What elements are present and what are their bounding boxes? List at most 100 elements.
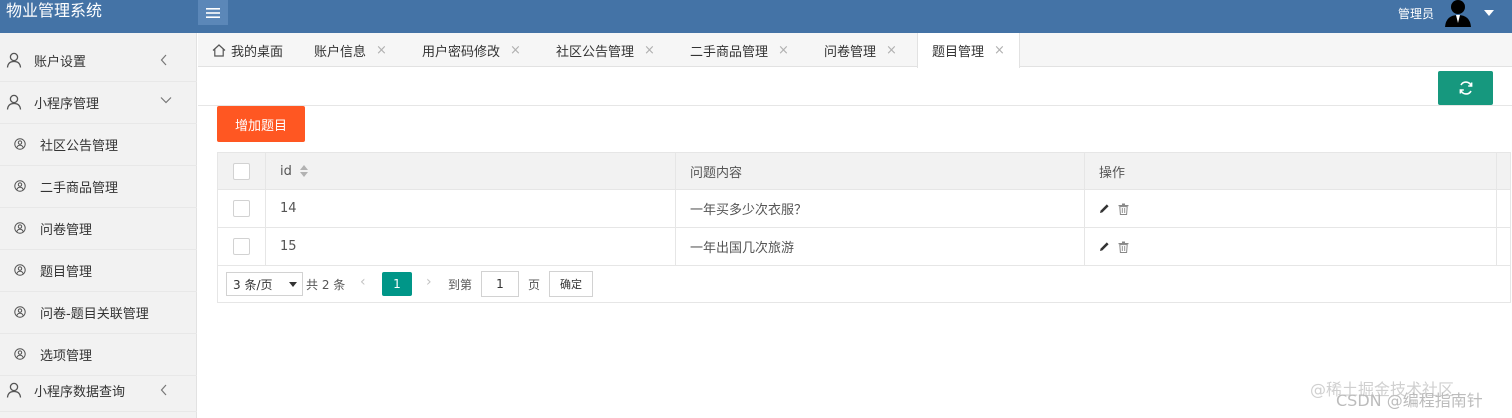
table-header: id 问题内容 操作	[217, 152, 1511, 190]
hamburger-icon	[206, 7, 220, 18]
sidebar: 账户设置 小程序管理 社区公告管理 二手商品管理 问卷管理 题目管理 问卷-题目…	[0, 33, 197, 418]
row-checkbox-cell	[218, 190, 266, 227]
sidebar-item-community-notices[interactable]: 社区公告管理	[0, 124, 197, 166]
goto-label: 到第	[448, 278, 473, 292]
sidebar-item-label: 小程序数据查询	[34, 385, 126, 400]
close-icon[interactable]: ×	[376, 43, 387, 58]
toolbar-divider	[198, 105, 1512, 106]
sidebar-item-miniprogram-data-query[interactable]: 小程序数据查询	[0, 370, 197, 412]
tab-label: 问卷管理	[824, 44, 877, 60]
home-icon	[212, 43, 226, 57]
tab-community-notices[interactable]: 社区公告管理 ×	[556, 33, 655, 67]
tab-password-change[interactable]: 用户密码修改 ×	[422, 33, 521, 67]
header-checkbox-cell	[218, 153, 266, 189]
user-icon	[6, 94, 22, 110]
tab-secondhand-goods[interactable]: 二手商品管理 ×	[690, 33, 789, 67]
cell-id: 14	[266, 190, 676, 227]
tab-questionnaires[interactable]: 问卷管理 ×	[824, 33, 897, 67]
chevron-down-icon	[1484, 10, 1494, 16]
edit-icon[interactable]	[1099, 203, 1110, 214]
row-checkbox-cell	[218, 228, 266, 265]
page-size-select[interactable]: 3 条/页	[226, 272, 303, 296]
tab-label: 题目管理	[932, 45, 985, 60]
tab-label: 账户信息	[314, 44, 367, 60]
user-menu[interactable]: 管理员	[1398, 0, 1494, 27]
page-size-value: 3 条/页	[233, 277, 273, 292]
sidebar-item-secondhand-goods[interactable]: 二手商品管理	[0, 166, 197, 208]
user-circle-icon	[14, 180, 26, 192]
tab-bar: 我的桌面 账户信息 × 用户密码修改 × 社区公告管理 × 二手商品管理 × 问…	[198, 33, 1512, 68]
refresh-button[interactable]	[1438, 71, 1493, 105]
cell-actions	[1085, 228, 1497, 265]
sidebar-item-questionnaire-question-links[interactable]: 问卷-题目关联管理	[0, 292, 197, 334]
goto-page-input[interactable]	[481, 271, 519, 297]
table-row: 14 一年买多少次衣服？	[217, 190, 1511, 228]
row-checkbox[interactable]	[233, 200, 250, 217]
edit-icon[interactable]	[1099, 241, 1110, 252]
add-question-button[interactable]: 增加题目	[217, 106, 305, 142]
app-title: 物业管理系统	[6, 1, 103, 20]
sidebar-item-label: 题目管理	[40, 265, 93, 280]
user-circle-icon	[14, 348, 26, 360]
close-icon[interactable]: ×	[994, 43, 1005, 58]
cell-content: 一年出国几次旅游	[676, 228, 1085, 265]
close-icon[interactable]: ×	[778, 43, 789, 58]
sort-icon[interactable]	[299, 165, 308, 177]
confirm-button[interactable]: 确定	[549, 271, 593, 297]
page-unit-label: 页	[528, 278, 541, 292]
tab-label: 用户密码修改	[422, 44, 501, 60]
user-circle-icon	[14, 222, 26, 234]
sidebar-item-miniprogram-management[interactable]: 小程序管理	[0, 82, 197, 124]
pagination: 3 条/页 共 2 条 ‹ 1 › 到第 页 确定	[217, 265, 1511, 303]
close-icon[interactable]: ×	[886, 43, 897, 58]
sidebar-item-questions[interactable]: 题目管理	[0, 250, 197, 292]
sidebar-item-label: 选项管理	[40, 349, 93, 364]
close-icon[interactable]: ×	[644, 43, 655, 58]
table-row: 15 一年出国几次旅游	[217, 228, 1511, 266]
trash-icon[interactable]	[1118, 203, 1129, 215]
sidebar-item-label: 小程序管理	[34, 97, 100, 112]
prev-page-button[interactable]: ‹	[360, 274, 366, 290]
tab-label: 我的桌面	[231, 44, 284, 60]
column-header-id[interactable]: id	[266, 153, 676, 189]
column-label: 操作	[1099, 165, 1126, 181]
next-page-button[interactable]: ›	[426, 274, 432, 290]
watermark: @稀土掘金技术社区 CSDN @编程指南针	[1310, 382, 1483, 409]
tab-label: 社区公告管理	[556, 44, 635, 60]
sidebar-item-label: 问卷-题目关联管理	[40, 307, 149, 322]
cell-content: 一年买多少次衣服？	[676, 190, 1085, 227]
sidebar-item-label: 账户设置	[34, 55, 87, 70]
avatar-icon	[1445, 0, 1471, 27]
chevron-left-icon	[160, 54, 167, 66]
row-checkbox[interactable]	[233, 238, 250, 255]
sidebar-item-label: 问卷管理	[40, 223, 93, 238]
top-header: 物业管理系统 管理员	[0, 0, 1512, 33]
page-number-current[interactable]: 1	[382, 272, 412, 296]
column-header-content: 问题内容	[676, 153, 1085, 189]
total-count: 共 2 条	[306, 278, 346, 292]
watermark-line2: CSDN @编程指南针	[1336, 391, 1483, 410]
sidebar-item-questionnaires[interactable]: 问卷管理	[0, 208, 197, 250]
column-spacer	[1497, 190, 1512, 227]
column-label: 问题内容	[690, 165, 743, 181]
tab-account-info[interactable]: 账户信息 ×	[314, 33, 387, 67]
trash-icon[interactable]	[1118, 241, 1129, 253]
user-circle-icon	[14, 264, 26, 276]
user-circle-icon	[14, 138, 26, 150]
chevron-down-icon	[289, 282, 297, 287]
column-spacer	[1497, 153, 1512, 189]
sidebar-item-account-settings[interactable]: 账户设置	[0, 40, 197, 82]
menu-toggle-button[interactable]	[198, 0, 228, 25]
tab-home[interactable]: 我的桌面	[212, 33, 283, 67]
chevron-left-icon	[160, 384, 167, 396]
close-icon[interactable]: ×	[510, 43, 521, 58]
user-icon	[6, 382, 22, 398]
chevron-down-icon	[160, 97, 172, 104]
select-all-checkbox[interactable]	[233, 162, 250, 180]
cell-actions	[1085, 190, 1497, 227]
cell-id: 15	[266, 228, 676, 265]
tab-questions[interactable]: 题目管理 ×	[917, 33, 1020, 68]
user-icon	[6, 52, 22, 68]
user-circle-icon	[14, 306, 26, 318]
column-header-actions: 操作	[1085, 153, 1497, 189]
